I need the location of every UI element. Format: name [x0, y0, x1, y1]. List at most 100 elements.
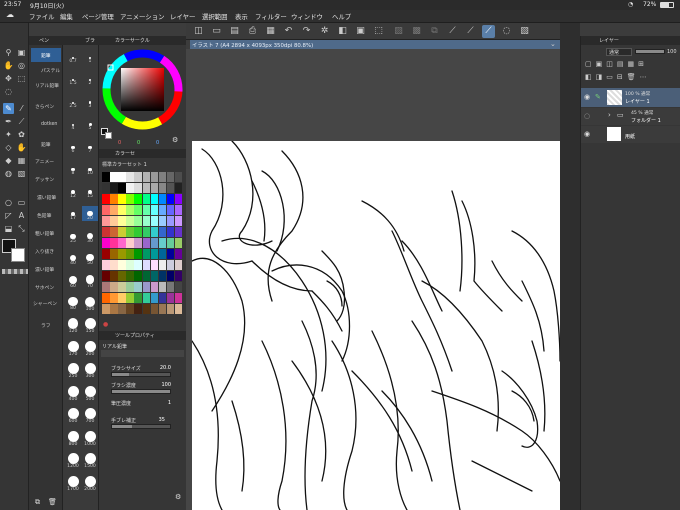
brush-size-option[interactable]: 2.5: [65, 93, 81, 109]
brush-size-option[interactable]: 1200: [65, 453, 81, 469]
color-swatch[interactable]: [142, 260, 150, 270]
color-swatch[interactable]: [110, 293, 118, 303]
palette-tool-icon[interactable]: ●: [103, 321, 108, 328]
color-swatch[interactable]: [166, 304, 175, 314]
color-swatch[interactable]: [158, 172, 167, 182]
copy-subtool-icon[interactable]: ⧉: [35, 498, 40, 507]
color-swatch[interactable]: [142, 183, 150, 193]
brush-size-option[interactable]: 600: [65, 408, 81, 424]
merge-icon[interactable]: ⊟: [617, 73, 627, 81]
menu-layer[interactable]: レイヤー: [170, 12, 195, 21]
color-swatch[interactable]: [110, 271, 118, 281]
color-swatch[interactable]: [166, 216, 175, 226]
brush-size-option[interactable]: 1500: [82, 453, 98, 469]
color-swatch[interactable]: [150, 293, 159, 303]
lock-alpha-icon[interactable]: ▦: [628, 60, 639, 68]
eye-icon[interactable]: ◉: [584, 130, 590, 138]
color-swatch[interactable]: [126, 282, 134, 292]
color-swatch[interactable]: [126, 172, 134, 182]
pencil-tool-icon[interactable]: ✎: [3, 103, 14, 114]
wrench-icon[interactable]: ⚙: [175, 493, 181, 501]
rotate-icon[interactable]: ◎: [16, 60, 27, 71]
color-swatch[interactable]: [158, 249, 167, 259]
color-swatch[interactable]: [126, 205, 134, 215]
brush-icon[interactable]: ⟋: [16, 116, 27, 127]
color-swatch[interactable]: [174, 282, 183, 292]
opacity-value[interactable]: 100: [667, 49, 677, 55]
color-swatch[interactable]: [102, 238, 110, 248]
color-swatch[interactable]: [158, 304, 167, 314]
color-swatch[interactable]: [166, 194, 175, 204]
layer-row[interactable]: ◉ ✎ 100 % 通常 レイヤー 1: [581, 88, 680, 107]
color-swatch[interactable]: [158, 194, 167, 204]
color-swatch[interactable]: [158, 227, 167, 237]
zoom-icon[interactable]: ⚲: [3, 47, 14, 58]
color-swatch[interactable]: [150, 216, 159, 226]
delete-layer-icon[interactable]: 🗑: [627, 73, 640, 81]
brush-size-slider[interactable]: [111, 372, 171, 377]
color-set-name[interactable]: 標準カラーセット 1: [102, 161, 147, 168]
color-swatch[interactable]: [118, 238, 126, 248]
color-swatch[interactable]: [166, 271, 175, 281]
deselect-icon[interactable]: ▨: [392, 25, 405, 38]
save-icon[interactable]: ▤: [228, 25, 241, 38]
preview-icon[interactable]: ▧: [518, 25, 531, 38]
color-swatch[interactable]: [174, 194, 183, 204]
color-swatch[interactable]: [134, 238, 142, 248]
move-icon[interactable]: ✥: [3, 73, 14, 84]
color-swatch[interactable]: [110, 260, 118, 270]
color-swatch[interactable]: [174, 293, 183, 303]
brush-size-option[interactable]: 80: [65, 296, 81, 311]
layer-row[interactable]: ○ › ▭ 45 % 通常 フォルダー 1: [581, 108, 680, 125]
color-swatch[interactable]: [174, 304, 183, 314]
color-wheel[interactable]: [101, 48, 184, 131]
brush-size-option[interactable]: 1: [82, 48, 98, 64]
sub-tool-item[interactable]: リアル鉛筆: [31, 78, 61, 92]
color-swatch[interactable]: [142, 282, 150, 292]
sub-tool-item[interactable]: 入り抜き: [31, 244, 61, 258]
color-swatch[interactable]: [174, 205, 183, 215]
color-swatch[interactable]: [158, 183, 167, 193]
brush-size-option[interactable]: 170: [65, 340, 81, 357]
wheel-sub-color[interactable]: [105, 132, 112, 139]
color-swatch[interactable]: [174, 227, 183, 237]
color-swatch[interactable]: [110, 304, 118, 314]
color-swatch[interactable]: [134, 172, 142, 182]
help-icon[interactable]: ◌: [500, 25, 513, 38]
color-swatch[interactable]: [142, 172, 150, 182]
color-swatch[interactable]: [134, 249, 142, 259]
color-swatch[interactable]: [166, 238, 175, 248]
clip-icon[interactable]: ▣: [596, 60, 607, 68]
color-swatch[interactable]: [134, 293, 142, 303]
opacity-slider[interactable]: [635, 49, 665, 54]
color-swatch[interactable]: [150, 271, 159, 281]
color-swatch[interactable]: [166, 282, 175, 292]
sub-tool-tab[interactable]: ペン: [39, 37, 49, 44]
menu-file[interactable]: ファイル: [29, 12, 55, 21]
brush-size-option[interactable]: 1700: [65, 475, 81, 492]
brush-size-option[interactable]: 0.7: [65, 48, 81, 64]
color-swatch[interactable]: [174, 183, 183, 193]
drawing-paper[interactable]: [192, 141, 560, 510]
color-swatch[interactable]: [142, 304, 150, 314]
brush-size-option[interactable]: 250: [65, 363, 81, 379]
color-swatch[interactable]: [134, 183, 142, 193]
brush-size-option[interactable]: 3: [82, 93, 98, 109]
color-swatch[interactable]: [102, 293, 110, 303]
color-swatch[interactable]: [150, 238, 159, 248]
brush-size-option[interactable]: 70: [82, 273, 98, 289]
brush-size-option[interactable]: 6: [65, 138, 81, 154]
figure-icon[interactable]: ◍: [3, 168, 14, 179]
color-swatch[interactable]: [158, 260, 167, 270]
color-swatch[interactable]: [174, 238, 183, 248]
brush-size-option[interactable]: 12: [65, 183, 81, 199]
color-swatch[interactable]: [158, 282, 167, 292]
color-swatch[interactable]: [110, 238, 118, 248]
balloon-icon[interactable]: ⬓: [3, 223, 14, 234]
brush-size-option[interactable]: 7: [82, 138, 98, 154]
color-swatch[interactable]: [150, 172, 159, 182]
brush-size-option[interactable]: 200: [82, 340, 98, 357]
color-swatch[interactable]: [142, 238, 150, 248]
color-swatch[interactable]: [110, 172, 118, 182]
frame-icon[interactable]: ▧: [16, 168, 27, 179]
